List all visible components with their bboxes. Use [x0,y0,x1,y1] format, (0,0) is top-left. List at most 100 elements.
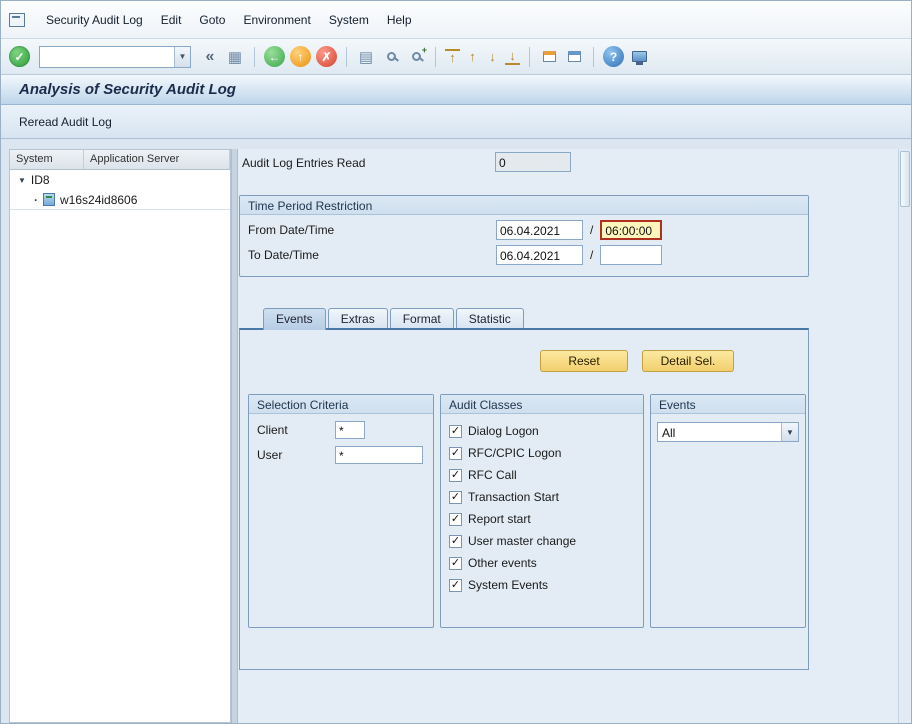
audit-class-row[interactable]: ✓ Report start [449,508,635,530]
events-dropdown[interactable]: All ▼ [657,422,799,442]
entries-read-label: Audit Log Entries Read [242,156,365,170]
next-page-icon[interactable]: ↓ [485,50,500,64]
from-time-field[interactable]: 06:00:00 [600,220,662,240]
server-icon [43,193,55,206]
from-date-field[interactable]: 06.04.2021 [496,220,583,240]
user-label: User [257,448,335,462]
menu-edit[interactable]: Edit [152,9,191,31]
tree-header: System Application Server [10,150,230,170]
command-dropdown-icon[interactable]: ▼ [174,47,190,67]
user-field[interactable]: * [335,446,423,464]
back-icon[interactable]: ← [264,46,285,67]
audit-classes-group: Audit Classes ✓Dialog Logon✓RFC/CPIC Log… [440,394,644,628]
checkbox-icon[interactable]: ✓ [449,469,462,482]
toolbar-separator [254,47,255,67]
events-tab-panel: Reset Detail Sel. Selection Criteria Cli… [239,328,809,670]
audit-class-row[interactable]: ✓RFC Call [449,464,635,486]
panel-splitter[interactable] [231,149,238,723]
title-bar: Analysis of Security Audit Log [1,75,911,105]
audit-class-row[interactable]: ✓ RFC/CPIC Logon [449,442,635,464]
magnifier-glyph [412,52,421,61]
find-next-icon[interactable]: + [406,47,426,67]
to-date-field[interactable]: 06.04.2021 [496,245,583,265]
events-group: Events All ▼ [650,394,806,628]
menu-system[interactable]: System [320,9,378,31]
audit-class-label: User master change [468,534,576,548]
new-session-icon[interactable] [539,47,559,67]
cancel-icon[interactable]: ✗ [316,46,337,67]
tab-extras[interactable]: Extras [328,308,388,328]
events-dropdown-value: All [658,423,781,441]
client-field[interactable]: * [335,421,365,439]
tab-statistic[interactable]: Statistic [456,308,524,328]
checkbox-icon[interactable]: ✓ [449,491,462,504]
audit-class-label: Dialog Logon [468,424,539,438]
audit-class-row[interactable]: ✓ Dialog Logon [449,420,635,442]
menu-goto[interactable]: Goto [190,9,234,31]
time-period-group: Time Period Restriction From Date/Time 0… [239,195,809,277]
help-icon[interactable]: ? [603,46,624,67]
save-icon[interactable]: ▦ [225,48,245,66]
checkbox-icon[interactable]: ✓ [449,557,462,570]
find-icon[interactable] [381,47,401,67]
tree-column-system: System [10,150,84,169]
audit-class-row[interactable]: ✓ User master change [449,530,635,552]
toolbar-separator [529,47,530,67]
audit-class-row[interactable]: ✓Transaction Start [449,486,635,508]
dropdown-arrow-icon[interactable]: ▼ [781,423,798,441]
menu-environment[interactable]: Environment [234,9,319,31]
create-shortcut-icon[interactable] [564,47,584,67]
previous-page-icon[interactable]: ↑ [465,50,480,64]
client-label: Client [257,423,335,437]
magnifier-glyph [387,52,396,61]
from-date-time-row: From Date/Time 06.04.2021 / 06:00:00 [248,220,800,240]
exit-icon[interactable]: ↑ [290,46,311,67]
server-tree-panel: System Application Server ▼ ID8 · w16s24… [9,149,231,723]
checkbox-icon[interactable]: ✓ [449,579,462,592]
checkbox-icon[interactable]: ✓ [449,447,462,460]
checkbox-icon[interactable]: ✓ [449,513,462,526]
print-icon[interactable]: ▤ [356,48,376,66]
audit-class-label: Report start [468,512,531,526]
reread-audit-log-button[interactable]: Reread Audit Log [11,111,120,133]
application-toolbar: Reread Audit Log [1,105,911,139]
scrollbar-thumb[interactable] [900,151,910,207]
tab-format[interactable]: Format [390,308,454,328]
menu-bar: Security Audit Log Edit Goto Environment… [1,1,911,39]
slash-separator: / [590,248,593,262]
audit-class-label: RFC/CPIC Logon [468,446,561,460]
to-time-field[interactable] [600,245,662,265]
command-field[interactable]: ▼ [39,46,191,68]
checkbox-icon[interactable]: ✓ [449,425,462,438]
toolbar-separator [435,47,436,67]
first-page-icon[interactable]: ↑ [445,49,460,65]
audit-class-label: Other events [468,556,537,570]
gui-settings-icon[interactable] [629,47,649,67]
command-input[interactable] [40,47,174,67]
menu-help[interactable]: Help [378,9,421,31]
last-page-icon[interactable]: ↓ [505,49,520,65]
tree-node-system-id8[interactable]: ▼ ID8 [10,170,230,190]
menu-security-audit-log[interactable]: Security Audit Log [37,9,152,31]
audit-class-row[interactable]: ✓System Events [449,574,635,596]
vertical-scrollbar[interactable] [898,149,911,723]
tree-expander-icon[interactable]: ▼ [18,176,26,185]
enter-icon[interactable]: ✓ [9,46,30,67]
tree-column-application-server: Application Server [84,150,230,169]
checkbox-icon[interactable]: ✓ [449,535,462,548]
screen-body: System Application Server ▼ ID8 · w16s24… [1,139,911,723]
toolbar-separator [593,47,594,67]
audit-class-row[interactable]: ✓ Other events [449,552,635,574]
main-content: Audit Log Entries Read 0 Time Period Res… [238,149,898,723]
system-menu-icon[interactable] [9,13,25,27]
from-date-time-label: From Date/Time [248,223,496,237]
reset-button[interactable]: Reset [540,350,628,372]
tree-node-application-server[interactable]: · w16s24id8606 [10,190,230,210]
events-group-title: Events [651,395,805,414]
client-row: Client * [257,421,425,439]
detail-sel-button[interactable]: Detail Sel. [642,350,734,372]
tab-events[interactable]: Events [263,308,326,330]
collapse-icon[interactable]: « [200,48,220,66]
user-row: User * [257,446,425,464]
page-title: Analysis of Security Audit Log [19,81,236,98]
